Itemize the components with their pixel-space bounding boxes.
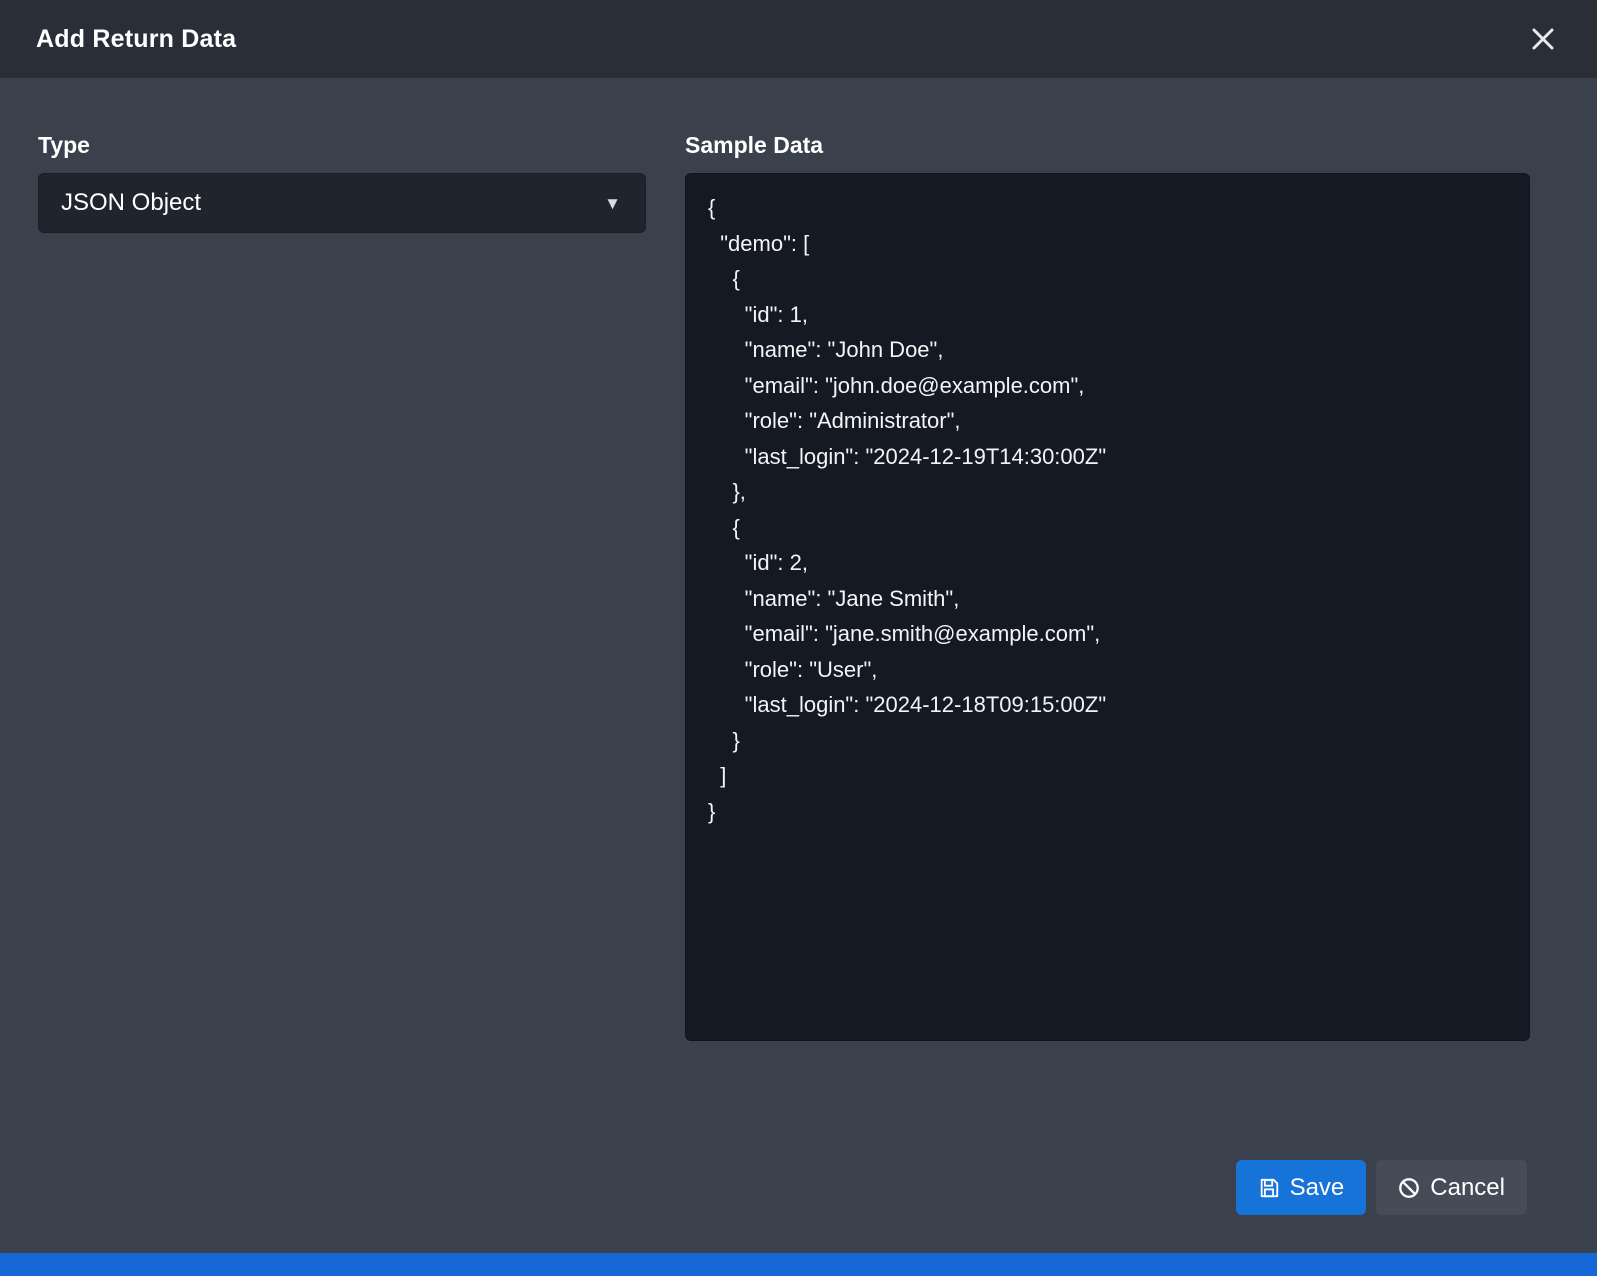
modal-title: Add Return Data [36,25,236,54]
cancel-button-label: Cancel [1430,1174,1505,1202]
modal-footer-actions: Save Cancel [1236,1160,1527,1215]
floppy-disk-icon [1258,1177,1280,1199]
add-return-data-modal: Add Return Data Type JSON Object ▼ Sampl… [0,0,1597,1276]
type-field-group: Type JSON Object ▼ [38,132,646,233]
type-label: Type [38,132,646,159]
type-select[interactable]: JSON Object ▼ [38,173,646,233]
prohibition-icon [1398,1177,1420,1199]
save-button-label: Save [1290,1174,1345,1202]
close-icon[interactable] [1525,21,1561,57]
sample-data-field-group: Sample Data { "demo": [ { "id": 1, "name… [685,132,1530,1041]
cancel-button[interactable]: Cancel [1376,1160,1527,1215]
chevron-down-icon: ▼ [604,195,621,212]
modal-header: Add Return Data [0,0,1597,78]
bottom-accent-bar [0,1253,1597,1276]
close-icon-glyph [1530,26,1556,52]
save-button[interactable]: Save [1236,1160,1367,1215]
sample-data-input[interactable]: { "demo": [ { "id": 1, "name": "John Doe… [685,173,1530,1041]
type-select-value: JSON Object [61,189,201,217]
sample-data-label: Sample Data [685,132,1530,159]
